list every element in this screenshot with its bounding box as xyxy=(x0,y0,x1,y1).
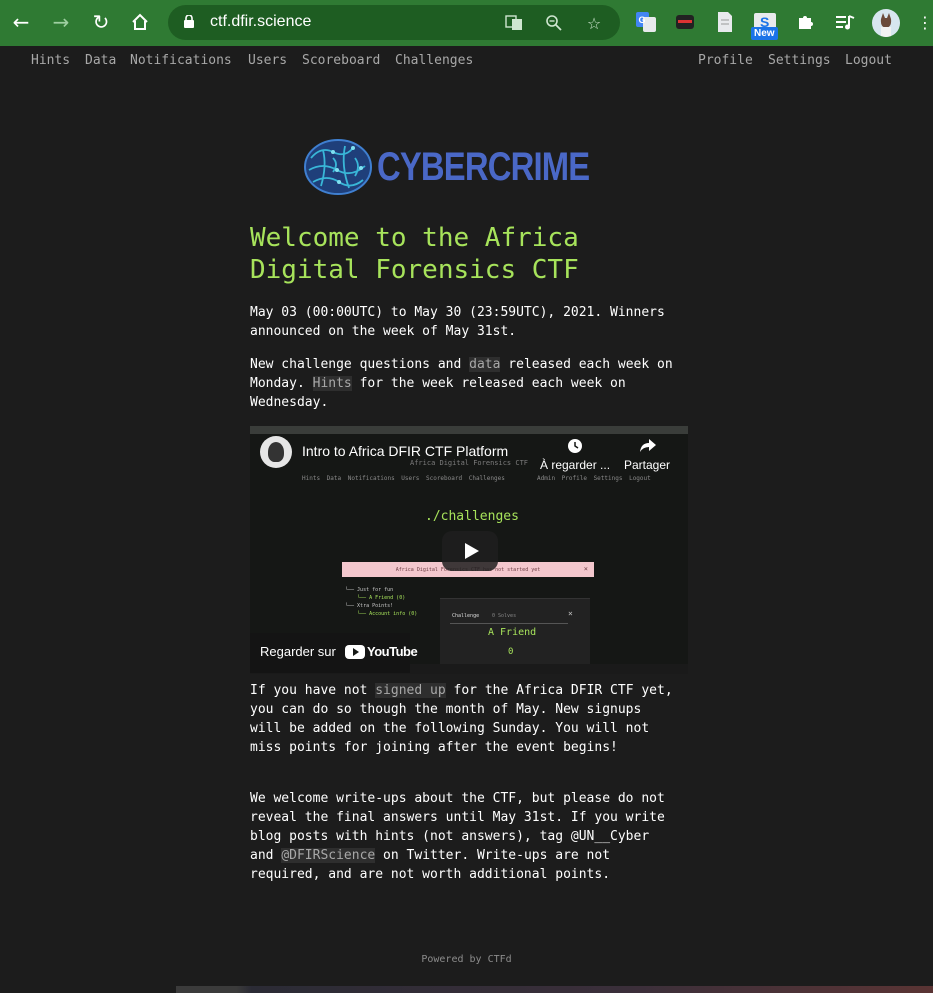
horizontal-scrollbar[interactable] xyxy=(176,986,933,993)
browser-menu-icon[interactable]: ⋮ xyxy=(912,9,933,35)
nav-notifications[interactable]: Notifications xyxy=(130,53,232,68)
video-frame-challenges-heading: ./challenges xyxy=(425,509,519,524)
release-text-1: New challenge questions and xyxy=(250,357,470,372)
share-icon xyxy=(639,438,657,454)
signup-text-1: If you have not xyxy=(250,683,376,698)
powered-by-link[interactable]: Powered by CTFd xyxy=(421,954,511,965)
modal-tab: Challenge xyxy=(452,613,480,619)
nav-scoreboard[interactable]: Scoreboard xyxy=(302,53,380,68)
dfirscience-link[interactable]: @DFIRScience xyxy=(281,848,376,863)
privacy-extension-icon[interactable] xyxy=(672,9,698,35)
watch-later-label: À regarder ... xyxy=(540,458,611,472)
nav-challenges[interactable]: Challenges xyxy=(395,53,473,68)
nav-settings[interactable]: Settings xyxy=(768,53,831,68)
clock-icon xyxy=(567,438,583,454)
profile-avatar[interactable] xyxy=(872,9,900,37)
video-frame-subtitle: Africa Digital Forensics CTF xyxy=(410,459,529,467)
footer: Powered by CTFd xyxy=(0,954,933,965)
translate-icon[interactable] xyxy=(504,13,524,33)
back-icon[interactable]: ← xyxy=(8,9,34,35)
home-icon[interactable] xyxy=(127,9,153,35)
nav-users[interactable]: Users xyxy=(248,53,287,68)
watch-later-button[interactable]: À regarder ... xyxy=(540,438,610,472)
youtube-wordmark: YouTube xyxy=(367,644,418,659)
document-extension-icon[interactable] xyxy=(712,9,738,35)
play-button[interactable] xyxy=(442,531,498,571)
browser-toolbar: ← → ↻ ctf.dfir.science ☆ G S New ⋮ xyxy=(0,0,933,46)
watch-on-youtube-button[interactable]: Regarder sur YouTube xyxy=(250,633,418,673)
close-icon: × xyxy=(583,565,588,573)
video-title[interactable]: Intro to Africa DFIR CTF Platform xyxy=(302,443,508,459)
video-frame-menu: Hints Data Notifications Users Scoreboar… xyxy=(302,475,505,482)
nav-hints[interactable]: Hints xyxy=(31,53,70,68)
video-frame-modal: Challenge 0 Solves × A Friend 0 xyxy=(440,598,590,674)
release-paragraph: New challenge questions and data release… xyxy=(250,355,680,412)
media-queue-icon[interactable] xyxy=(832,9,858,35)
url-text: ctf.dfir.science xyxy=(210,13,312,30)
signed-up-link[interactable]: signed up xyxy=(375,683,446,698)
modal-challenge-name: A Friend xyxy=(488,627,537,638)
share-label: Partager xyxy=(624,458,671,472)
writeups-paragraph: We welcome write-ups about the CTF, but … xyxy=(250,789,680,884)
new-badge: New xyxy=(751,27,778,40)
hints-link[interactable]: Hints xyxy=(312,376,352,391)
nav-profile[interactable]: Profile xyxy=(698,53,753,68)
svg-text:G: G xyxy=(639,15,646,25)
forward-icon[interactable]: → xyxy=(48,9,74,35)
youtube-logo-icon: YouTube xyxy=(345,644,418,659)
nav-logout[interactable]: Logout xyxy=(845,53,892,68)
close-icon: × xyxy=(568,609,573,618)
google-translate-extension-icon[interactable]: G xyxy=(633,9,659,35)
play-icon xyxy=(465,543,479,559)
logo-text: CYBERCRIME xyxy=(377,145,590,189)
signup-paragraph: If you have not signed up for the Africa… xyxy=(250,681,680,757)
nav-data[interactable]: Data xyxy=(85,53,116,68)
lock-icon xyxy=(184,15,194,28)
watch-on-label: Regarder sur xyxy=(260,644,336,659)
channel-avatar[interactable] xyxy=(260,436,292,468)
zoom-icon[interactable] xyxy=(544,13,564,33)
modal-solves: 0 Solves xyxy=(492,613,517,619)
page-title: Welcome to the Africa Digital Forensics … xyxy=(250,223,579,285)
youtube-video-embed[interactable]: Intro to Africa DFIR CTF Platform Africa… xyxy=(250,426,688,674)
data-link[interactable]: data xyxy=(469,357,501,372)
extensions-puzzle-icon[interactable] xyxy=(792,9,818,35)
dates-paragraph: May 03 (00:00UTC) to May 30 (23:59UTC), … xyxy=(250,305,665,339)
modal-points: 0 xyxy=(508,647,514,657)
video-screen-topbar xyxy=(250,426,688,434)
video-frame-challenge-tree: └── Just for fun └── A Friend (0) └── Xt… xyxy=(345,587,418,617)
bookmark-star-icon[interactable]: ☆ xyxy=(584,13,604,33)
address-bar[interactable]: ctf.dfir.science ☆ xyxy=(168,5,620,40)
site-navbar: Hints Data Notifications Users Scoreboar… xyxy=(0,53,933,71)
brain-circuit-icon xyxy=(304,139,372,195)
video-frame-menu-right: Admin Profile Settings Logout xyxy=(537,475,651,482)
share-button[interactable]: Partager xyxy=(624,438,670,472)
reload-icon[interactable]: ↻ xyxy=(88,9,114,35)
